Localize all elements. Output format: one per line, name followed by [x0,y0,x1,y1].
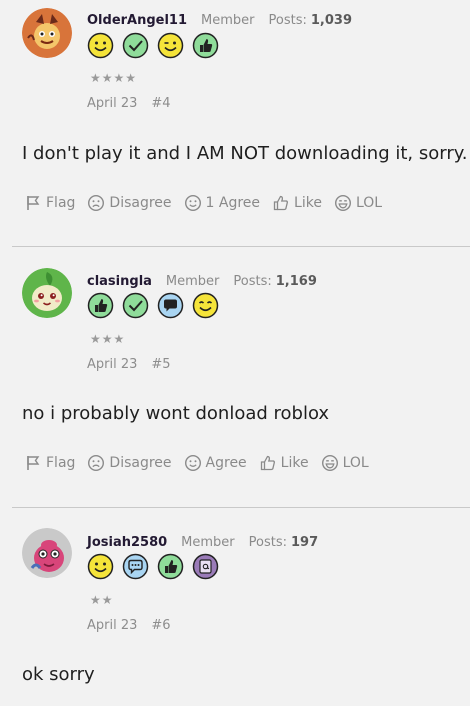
thumbs-up-trophy-icon[interactable] [157,553,184,580]
trophy-row [87,292,219,319]
post-date[interactable]: April 23 [87,618,137,633]
laughing-icon [321,454,338,472]
flag-label: Flag [46,455,76,471]
wink-trophy-icon[interactable] [157,32,184,59]
thumbs-up-trophy-icon[interactable] [192,32,219,59]
posts-count: 1,169 [275,274,317,289]
like-label: Like [294,195,322,211]
flag-button[interactable]: Flag [24,454,75,472]
post-meta: April 23 #4 [87,96,171,111]
laughing-icon [334,194,351,212]
user-role: Member [181,535,235,550]
disagree-label: Disagree [109,455,172,471]
posts-count: 1,039 [310,13,352,28]
post-actions: Flag Disagree 1 Agree Like LOL [24,194,382,212]
avatar-image [22,528,72,578]
user-info: OlderAngel11 Member Posts: 1,039 [87,13,352,28]
thumbs-up-icon [273,195,289,211]
user-role: Member [201,13,255,28]
rating-stars: ★★★ [90,332,126,346]
smile-trophy-icon[interactable] [87,32,114,59]
posts-label: Posts: [233,274,272,289]
post-meta: April 23 #5 [87,357,171,372]
avatar[interactable] [22,528,72,578]
lol-label: LOL [342,455,369,471]
agree-label: Agree [205,455,247,471]
rating-stars: ★★ [90,593,114,607]
agree-label: 1 Agree [205,195,261,211]
lol-button[interactable]: LOL [321,454,369,472]
like-button[interactable]: Like [259,454,309,472]
speech-trophy-icon[interactable] [122,553,149,580]
smile-icon [184,454,201,472]
posts-label: Posts: [248,535,288,550]
username[interactable]: clasingla [87,274,152,289]
post-5: clasingla Member Posts: 1,169 ★★★ April … [0,246,470,507]
post-message: ok sorry [22,664,95,685]
like-label: Like [280,455,309,471]
avatar-image [22,268,72,318]
posts-label: Posts: [268,13,307,28]
lol-label: LOL [355,195,383,211]
thumbs-up-icon [260,455,275,471]
trophy-row [87,553,219,580]
disagree-button[interactable]: Disagree [87,194,172,212]
post-6: Josiah2580 Member Posts: 197 ★★ April 23… [0,507,470,706]
check-trophy-icon[interactable] [122,292,149,319]
trophy-row [87,32,219,59]
like-button[interactable]: Like [272,194,322,212]
username[interactable]: OlderAngel11 [87,13,187,28]
flag-icon [27,196,40,210]
frown-icon [88,454,105,472]
thumbs-up-trophy-icon[interactable] [87,292,114,319]
post-number[interactable]: #5 [151,357,170,372]
post-message: no i probably wont donload roblox [22,403,330,424]
post-number[interactable]: #4 [151,96,170,111]
disagree-label: Disagree [109,195,172,211]
smile-trophy-icon[interactable] [87,553,114,580]
wink-trophy-icon[interactable] [192,292,219,319]
disagree-button[interactable]: Disagree [87,454,172,472]
flag-label: Flag [46,195,76,211]
avatar[interactable] [22,8,72,58]
post-date[interactable]: April 23 [87,357,137,372]
post-4: OlderAngel11 Member Posts: 1,039 ★★★★ Ap… [0,0,470,246]
lol-button[interactable]: LOL [334,194,382,212]
post-actions: Flag Disagree Agree Like LOL [24,454,369,472]
post-meta: April 23 #6 [87,618,171,633]
post-number[interactable]: #6 [151,618,170,633]
user-info: clasingla Member Posts: 1,169 [87,274,317,289]
agree-button[interactable]: Agree [184,454,247,472]
post-message: I don't play it and I AM NOT downloading… [22,143,468,164]
smile-icon [184,194,201,212]
at-sign-trophy-icon[interactable] [192,553,219,580]
flag-button[interactable]: Flag [24,194,75,212]
speech-trophy-icon[interactable] [157,292,184,319]
username[interactable]: Josiah2580 [87,535,167,550]
agree-button[interactable]: 1 Agree [184,194,261,212]
avatar[interactable] [22,268,72,318]
check-trophy-icon[interactable] [122,32,149,59]
user-role: Member [165,274,220,289]
user-info: Josiah2580 Member Posts: 197 [87,535,318,550]
post-date[interactable]: April 23 [87,96,137,111]
posts-count: 197 [291,535,319,550]
frown-icon [88,194,105,212]
avatar-image [22,8,72,58]
rating-stars: ★★★★ [90,71,138,85]
flag-icon [27,456,40,470]
